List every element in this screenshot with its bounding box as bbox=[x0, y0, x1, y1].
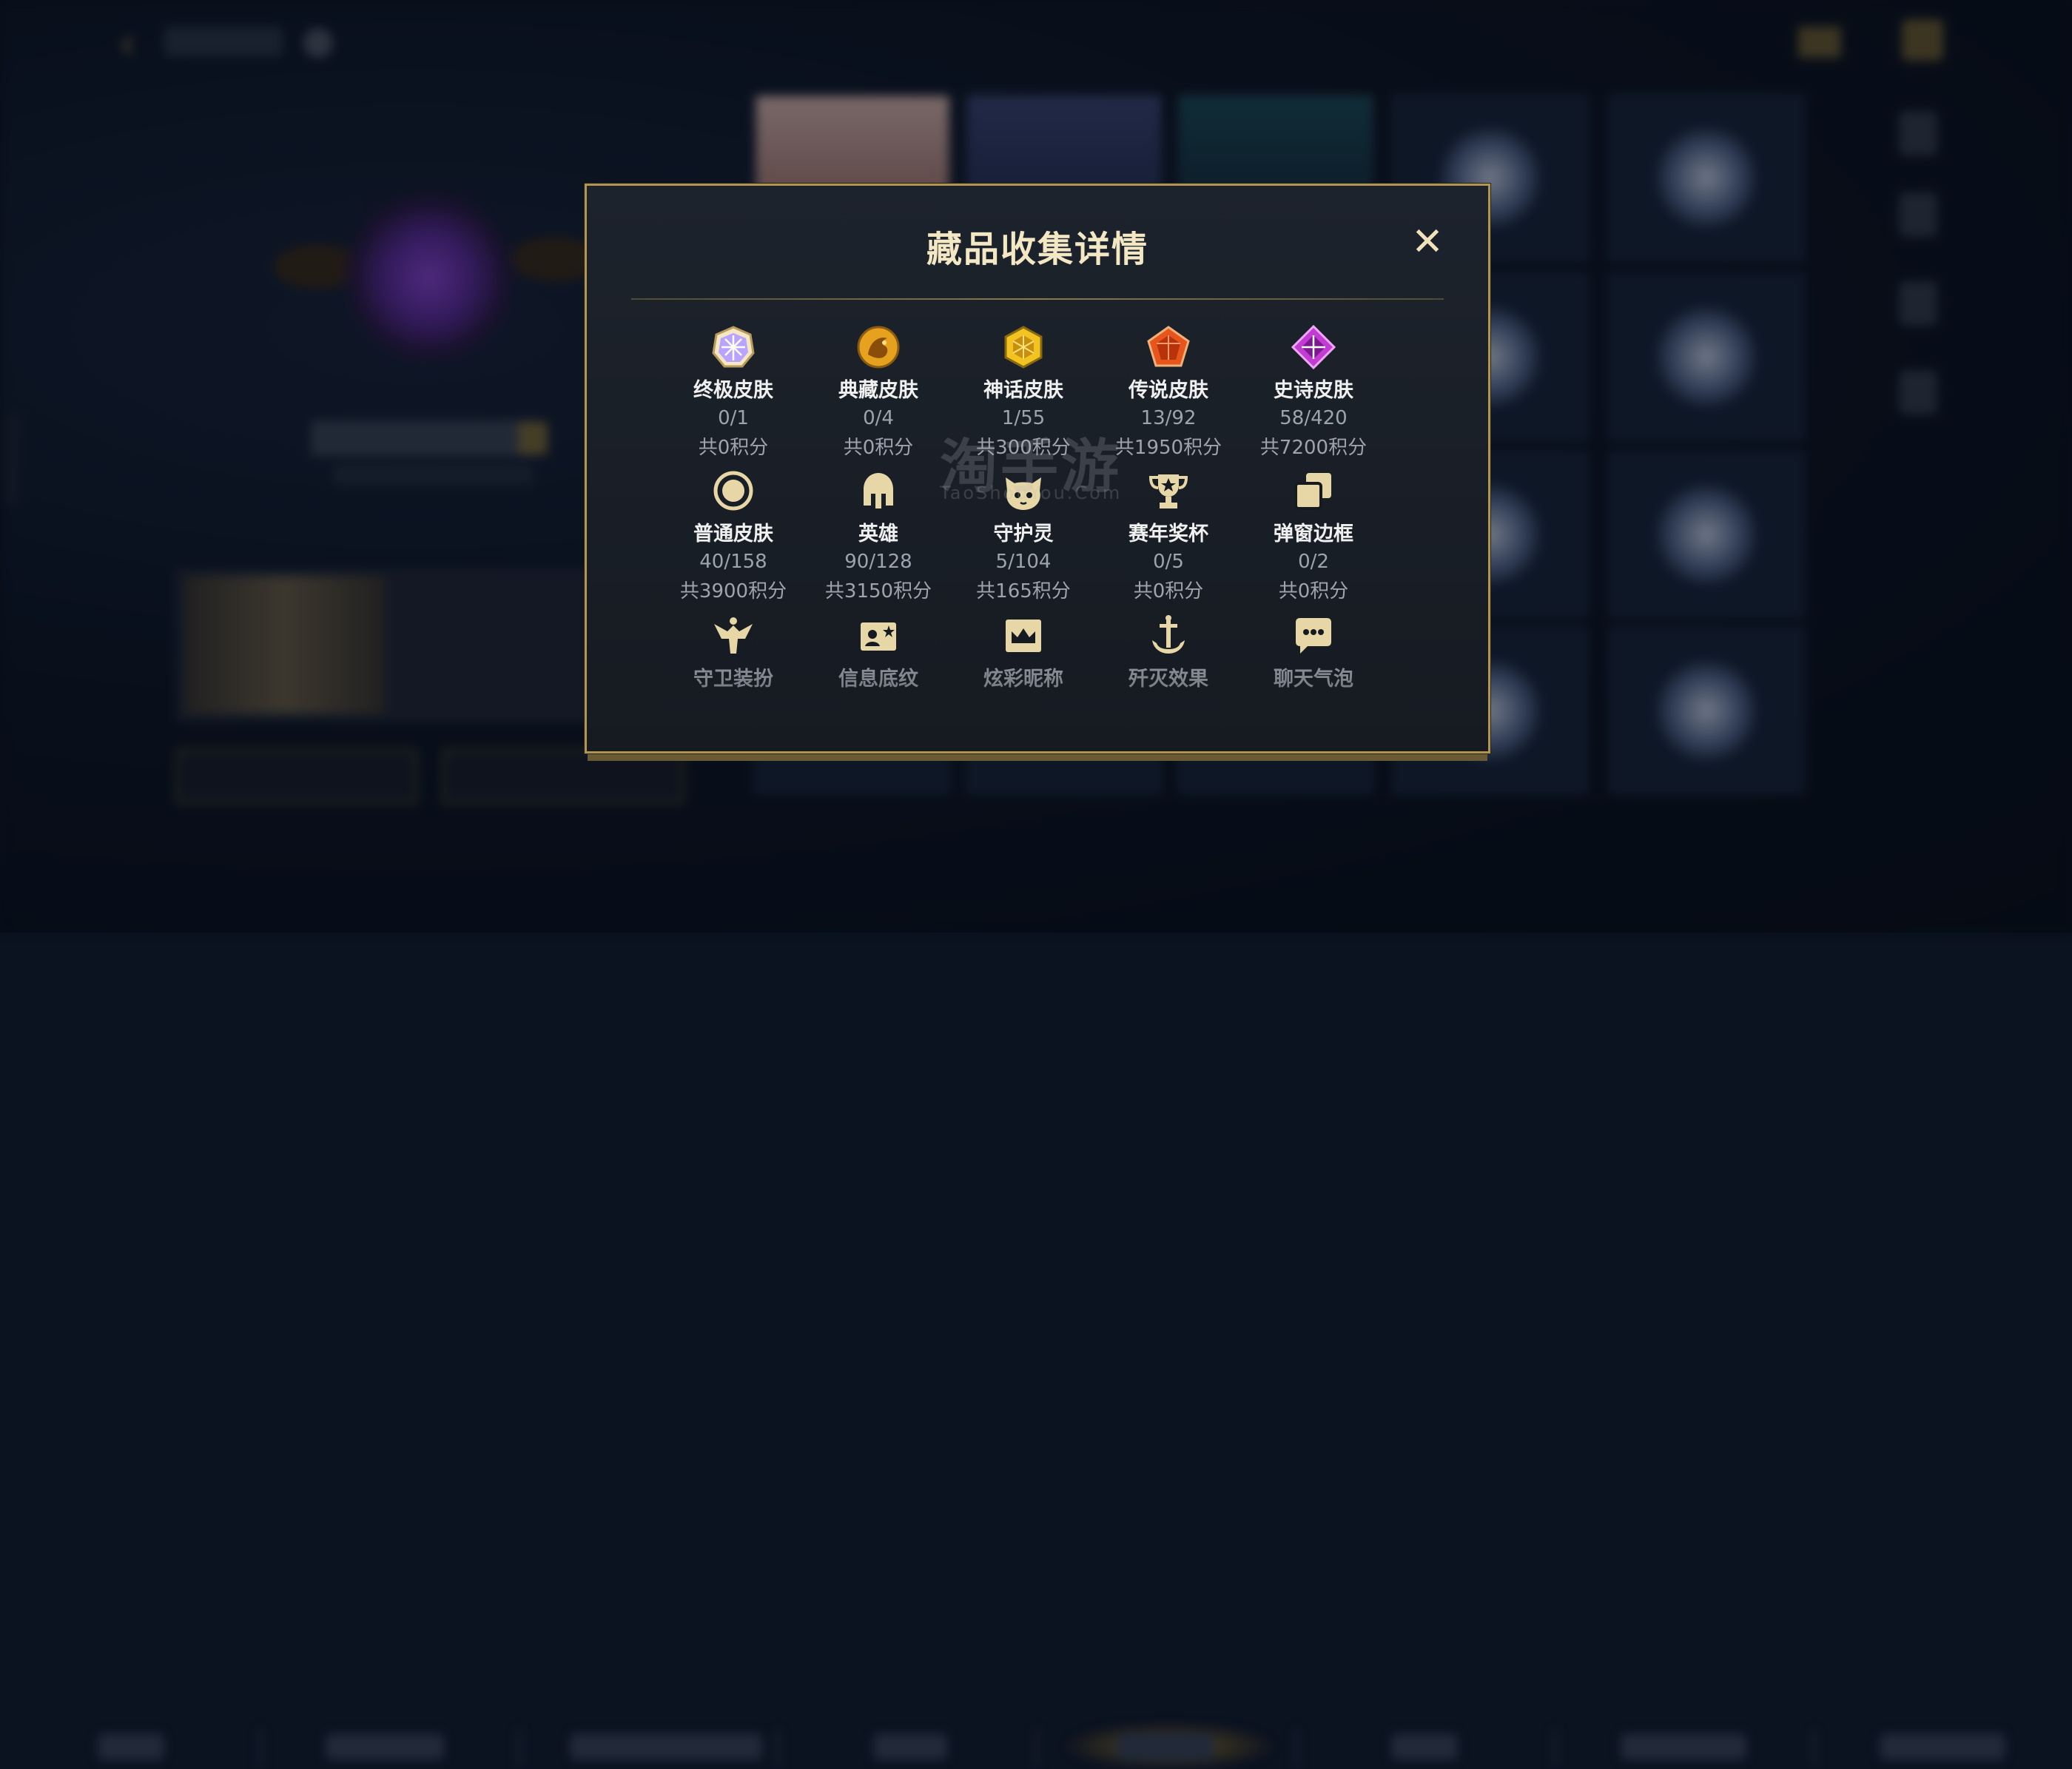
item-points: 共0积分 bbox=[698, 437, 769, 459]
item-count: 40/158 bbox=[699, 551, 767, 573]
item-label: 赛年奖杯 bbox=[1128, 523, 1208, 546]
hero-helmet-icon bbox=[864, 473, 893, 508]
popup-frame-icon bbox=[1294, 473, 1331, 510]
normal-skin-icon bbox=[713, 471, 753, 511]
item-count: 58/420 bbox=[1279, 407, 1348, 429]
item-label: 歼灭效果 bbox=[1128, 668, 1208, 691]
item-points: 共0积分 bbox=[1133, 580, 1204, 602]
item-label: 普通皮肤 bbox=[693, 523, 773, 546]
item-label: 聊天气泡 bbox=[1274, 668, 1353, 691]
item-label: 炫彩昵称 bbox=[983, 668, 1063, 691]
collection-item-ward[interactable]: 守卫装扮 bbox=[661, 614, 806, 691]
item-count: 0/5 bbox=[1153, 551, 1184, 573]
epic-skin-icon bbox=[1291, 325, 1336, 369]
item-points: 共7200积分 bbox=[1259, 437, 1368, 459]
close-icon[interactable]: ✕ bbox=[1408, 223, 1447, 261]
watermark-subtext: TaoShouYou.Com bbox=[940, 483, 1123, 503]
collection-item-ultimate[interactable]: 终极皮肤 0/1 共0积分 bbox=[661, 325, 806, 460]
ultimate-skin-icon bbox=[712, 326, 755, 368]
item-points: 共0积分 bbox=[843, 437, 914, 459]
collection-item-hero[interactable]: 英雄 90/128 共3150积分 bbox=[806, 469, 951, 603]
item-count: 0/4 bbox=[863, 407, 894, 429]
item-count: 5/104 bbox=[995, 551, 1052, 573]
info-background-icon bbox=[861, 622, 896, 651]
item-label: 守护灵 bbox=[993, 523, 1054, 546]
item-count: 0/2 bbox=[1298, 551, 1329, 573]
item-points: 共165积分 bbox=[976, 580, 1071, 602]
ward-skin-icon bbox=[714, 617, 753, 654]
collection-item-popup-frame[interactable]: 弹窗边框 0/2 共0积分 bbox=[1241, 469, 1386, 603]
nav-tab[interactable] bbox=[1621, 1733, 1746, 1760]
item-points: 共0积分 bbox=[1278, 580, 1349, 602]
collection-item-color-nickname[interactable]: 炫彩昵称 bbox=[951, 614, 1096, 691]
mythic-skin-icon bbox=[1004, 326, 1043, 369]
legendary-skin-icon bbox=[1147, 326, 1190, 367]
chat-bubble-icon bbox=[1296, 618, 1331, 654]
collector-skin-icon bbox=[857, 326, 900, 369]
title-divider bbox=[631, 298, 1444, 300]
trophy-icon bbox=[1148, 474, 1188, 508]
modal-title: 藏品收集详情 bbox=[926, 229, 1148, 270]
item-points: 共3150积分 bbox=[824, 580, 932, 602]
nav-tab[interactable] bbox=[1391, 1733, 1458, 1760]
item-label: 神话皮肤 bbox=[983, 379, 1063, 402]
elimination-effect-icon bbox=[1152, 615, 1185, 654]
item-label: 信息底纹 bbox=[838, 668, 918, 691]
collection-item-epic[interactable]: 史诗皮肤 58/420 共7200积分 bbox=[1241, 325, 1386, 460]
nav-tab[interactable] bbox=[570, 1733, 762, 1760]
item-label: 典藏皮肤 bbox=[838, 379, 918, 402]
item-label: 传说皮肤 bbox=[1128, 379, 1208, 402]
item-label: 史诗皮肤 bbox=[1274, 379, 1353, 402]
nav-tab[interactable] bbox=[98, 1733, 164, 1760]
collection-item-collector[interactable]: 典藏皮肤 0/4 共0积分 bbox=[806, 325, 951, 460]
item-label: 终极皮肤 bbox=[693, 379, 773, 402]
nav-tab-active[interactable] bbox=[1117, 1733, 1214, 1760]
color-nickname-icon bbox=[1006, 620, 1041, 652]
nav-tab[interactable] bbox=[873, 1733, 947, 1760]
item-count: 0/1 bbox=[718, 407, 749, 429]
collection-item-chat-bubble[interactable]: 聊天气泡 bbox=[1241, 614, 1386, 691]
collection-item-elimination-effect[interactable]: 歼灭效果 bbox=[1096, 614, 1241, 691]
collection-item-normal[interactable]: 普通皮肤 40/158 共3900积分 bbox=[661, 469, 806, 603]
nav-tab[interactable] bbox=[1880, 1733, 2005, 1760]
item-label: 弹窗边框 bbox=[1274, 523, 1353, 546]
item-label: 英雄 bbox=[858, 523, 898, 546]
item-points: 共3900积分 bbox=[679, 580, 787, 602]
nav-tab[interactable] bbox=[326, 1733, 444, 1760]
collection-item-info-background[interactable]: 信息底纹 bbox=[806, 614, 951, 691]
item-label: 守卫装扮 bbox=[693, 668, 773, 691]
item-count: 90/128 bbox=[844, 551, 912, 573]
